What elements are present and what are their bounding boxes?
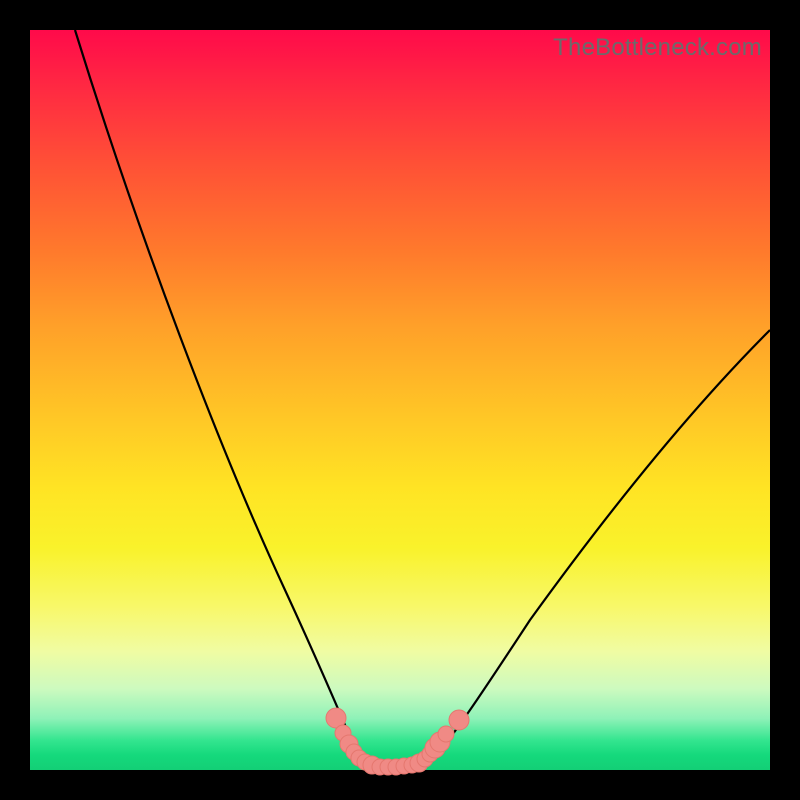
bottleneck-curve — [75, 30, 770, 769]
valley-marker — [438, 726, 454, 742]
valley-marker — [449, 710, 469, 730]
valley-markers-group — [326, 708, 469, 775]
curve-layer — [30, 30, 770, 770]
outer-frame: TheBottleneck.com — [0, 0, 800, 800]
plot-area: TheBottleneck.com — [30, 30, 770, 770]
